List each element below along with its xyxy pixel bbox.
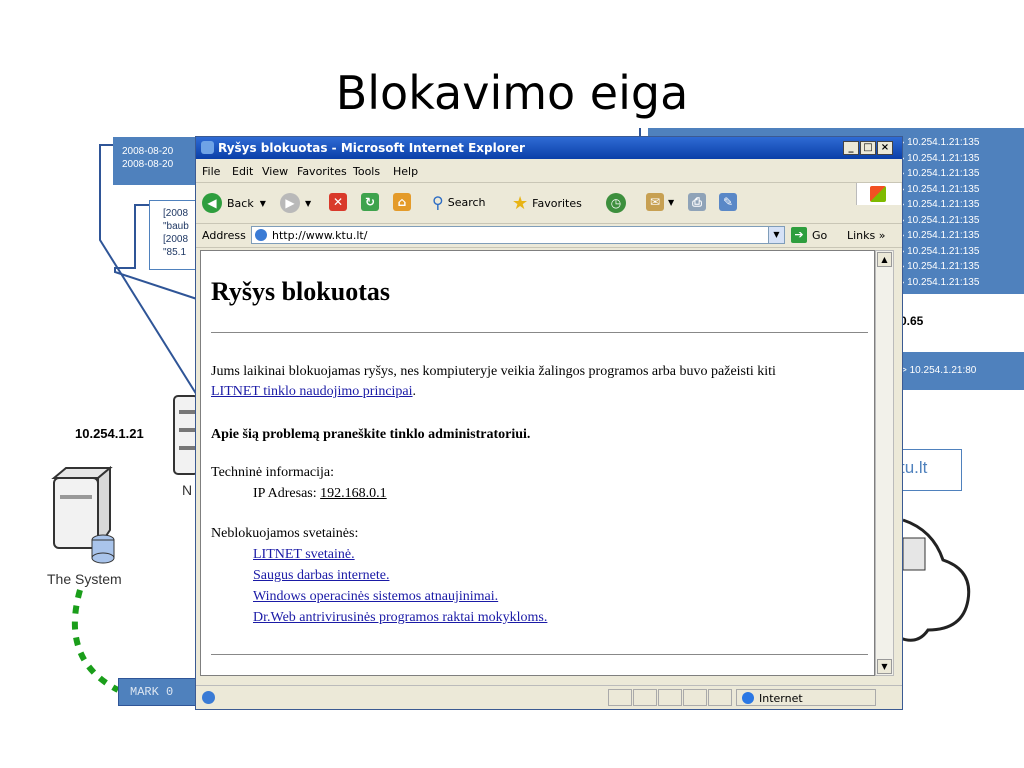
ip-value: 192.168.0.1	[320, 486, 387, 501]
home-icon: ⌂	[393, 193, 411, 211]
refresh-button[interactable]: ↻	[361, 193, 379, 211]
log-box-topleft: 2008-08-20 2008-08-20	[113, 137, 205, 185]
status-cell	[658, 689, 682, 706]
status-cell	[633, 689, 657, 706]
divider	[211, 332, 868, 333]
system-label: The System	[47, 571, 122, 587]
unblocked-link[interactable]: Dr.Web antrivirusinės programos raktai m…	[253, 610, 547, 626]
menu-file[interactable]: File	[202, 165, 220, 178]
bold-ip-fragment: 0.65	[900, 314, 924, 328]
litnet-principles-link[interactable]: LITNET tinklo naudojimo principai	[211, 384, 413, 399]
tech-info-label: Techninė informacija:	[211, 465, 335, 480]
server-icon	[51, 465, 115, 564]
ip-label: IP Adresas:	[253, 486, 317, 501]
go-arrow-icon: ➔	[791, 227, 807, 243]
stop-icon: ✕	[329, 193, 347, 211]
toolbar: ◀ Back ▼ ▶ ▼ ✕ ↻ ⌂ ⚲ Search ★ Favorites …	[196, 183, 902, 224]
ip-address-line: IP Adresas: 192.168.0.1	[253, 486, 387, 502]
favorites-button[interactable]: ★ Favorites	[512, 193, 582, 214]
back-arrow-icon: ◀	[202, 193, 222, 213]
unblocked-link[interactable]: LITNET svetainė.	[253, 547, 355, 563]
menu-edit[interactable]: Edit	[232, 165, 253, 178]
page-heading: Ryšys blokuotas	[211, 277, 390, 306]
window-title: Ryšys blokuotas - Microsoft Internet Exp…	[218, 141, 525, 155]
go-label: Go	[812, 228, 828, 242]
mark-box: MARK 0	[118, 678, 200, 706]
maximize-button[interactable]: □	[860, 141, 876, 155]
zone-label: Internet	[759, 692, 803, 705]
back-button[interactable]: ◀ Back ▼	[202, 193, 266, 213]
back-label: Back	[227, 196, 254, 210]
menu-tools[interactable]: Tools	[353, 165, 380, 178]
unblocked-label: Neblokuojamos svetainės:	[211, 526, 359, 541]
minimize-button[interactable]: _	[843, 141, 859, 155]
refresh-icon: ↻	[361, 193, 379, 211]
favorites-label: Favorites	[532, 197, 582, 210]
status-cell	[708, 689, 732, 706]
menu-bar: File Edit View Favorites Tools Help	[196, 160, 902, 205]
ie-window-icon	[201, 141, 214, 154]
links-button[interactable]: Links »	[847, 229, 886, 242]
paragraph-link-line: LITNET tinklo naudojimo principai.	[211, 384, 417, 399]
forward-dropdown-icon[interactable]: ▼	[305, 199, 311, 208]
stop-button[interactable]: ✕	[329, 193, 347, 211]
page-status-icon	[202, 691, 215, 704]
edit-button[interactable]: ✎	[719, 193, 737, 211]
page-content: Ryšys blokuotas Jums laikinai blokuojama…	[200, 250, 875, 676]
vertical-scrollbar[interactable]: ▲ ▼	[875, 250, 894, 676]
unblocked-link[interactable]: Windows operacinės sistemos atnaujinimai…	[253, 589, 498, 605]
address-label: Address	[202, 229, 246, 242]
status-bar: Internet	[196, 685, 902, 710]
security-zone: Internet	[736, 689, 876, 706]
divider	[211, 654, 868, 655]
menu-view[interactable]: View	[262, 165, 288, 178]
search-icon: ⚲	[432, 193, 444, 212]
menu-favorites[interactable]: Favorites	[297, 165, 347, 178]
home-button[interactable]: ⌂	[393, 193, 411, 211]
mail-icon: ✉	[646, 193, 664, 211]
server-label-fragment: N	[182, 482, 193, 498]
unblocked-link[interactable]: Saugus darbas internete.	[253, 568, 389, 584]
address-value: http://www.ktu.lt/	[272, 229, 368, 242]
history-button[interactable]: ◷	[606, 193, 626, 213]
close-button[interactable]: ×	[877, 141, 893, 155]
menu-help[interactable]: Help	[393, 165, 418, 178]
globe-icon	[742, 692, 754, 704]
printer-icon	[902, 537, 926, 571]
scroll-up-icon[interactable]: ▲	[877, 252, 892, 267]
browser-window: Ryšys blokuotas - Microsoft Internet Exp…	[195, 136, 903, 710]
print-button[interactable]: ⎙	[688, 193, 706, 211]
mail-button[interactable]: ✉ ▼	[646, 193, 674, 211]
scroll-down-icon[interactable]: ▼	[877, 659, 892, 674]
status-cell	[608, 689, 632, 706]
server-ip-label: 10.254.1.21	[75, 426, 144, 441]
status-cell	[683, 689, 707, 706]
mail-dropdown-icon[interactable]: ▼	[668, 198, 674, 207]
search-button[interactable]: ⚲ Search	[432, 193, 486, 212]
back-dropdown-icon[interactable]: ▼	[260, 199, 266, 208]
search-label: Search	[447, 196, 486, 209]
address-input[interactable]: http://www.ktu.lt/ ▼	[251, 226, 785, 244]
print-icon: ⎙	[688, 193, 706, 211]
forward-button[interactable]: ▶ ▼	[280, 193, 311, 213]
forward-arrow-icon: ▶	[280, 193, 300, 213]
address-dropdown-icon[interactable]: ▼	[768, 227, 784, 243]
title-bar[interactable]: Ryšys blokuotas - Microsoft Internet Exp…	[196, 137, 902, 159]
page-icon	[255, 229, 267, 241]
star-icon: ★	[512, 193, 529, 214]
edit-icon: ✎	[719, 193, 737, 211]
paragraph: Jums laikinai blokuojamas ryšys, nes kom…	[211, 364, 776, 379]
go-button[interactable]: ➔ Go	[791, 227, 827, 243]
history-icon: ◷	[606, 193, 626, 213]
admin-notice: Apie šią problemą praneškite tinklo admi…	[211, 427, 531, 442]
address-bar: Address http://www.ktu.lt/ ▼ ➔ Go Links …	[196, 223, 902, 248]
